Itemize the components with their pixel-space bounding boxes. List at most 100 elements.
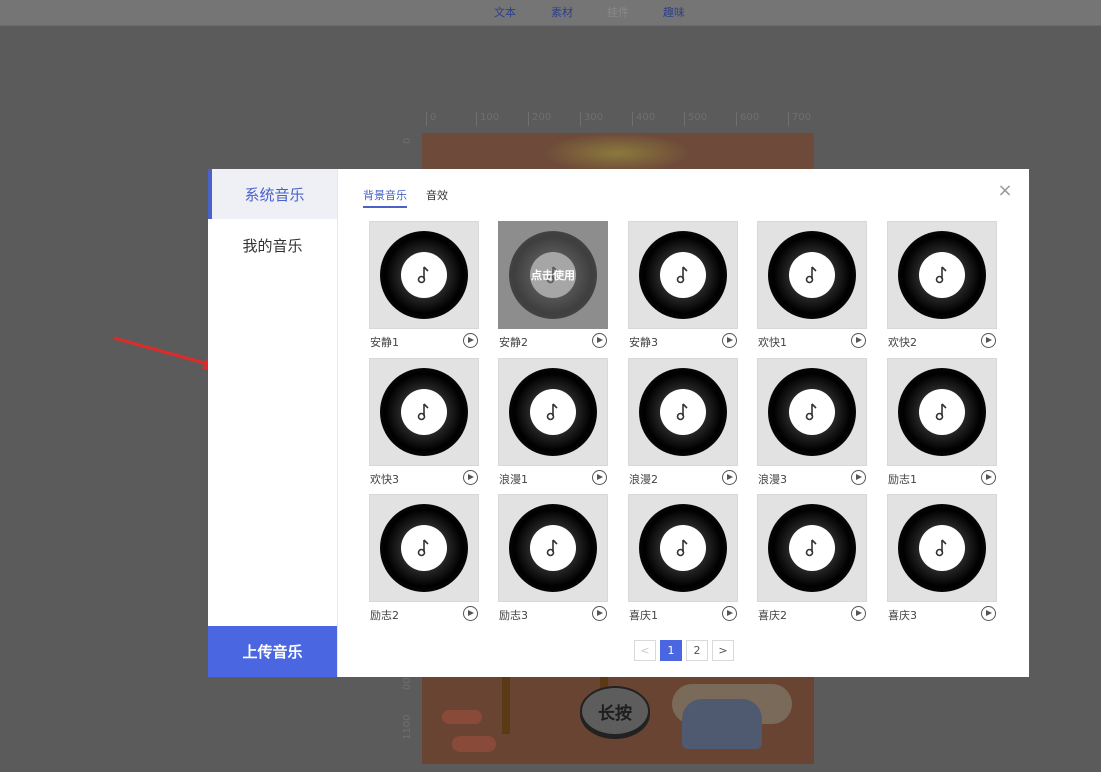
track-name: 喜庆2 xyxy=(758,609,787,622)
track-name: 浪漫3 xyxy=(758,473,787,486)
tab-sound-effects[interactable]: 音效 xyxy=(426,187,448,206)
play-icon[interactable] xyxy=(592,470,607,485)
play-icon[interactable] xyxy=(592,606,607,621)
track-card[interactable]: 喜庆3 xyxy=(887,494,997,626)
music-note-icon xyxy=(935,266,947,284)
vinyl-disc-icon xyxy=(509,368,597,456)
music-note-icon xyxy=(805,266,817,284)
track-card[interactable]: 浪漫3 xyxy=(757,358,867,490)
ruler-tick: 300 xyxy=(580,112,603,126)
track-name: 安静2 xyxy=(499,336,528,349)
track-cover[interactable] xyxy=(369,494,479,602)
play-icon[interactable] xyxy=(722,333,737,348)
play-icon[interactable] xyxy=(463,333,478,348)
play-icon[interactable] xyxy=(981,333,996,348)
play-icon[interactable] xyxy=(851,470,866,485)
music-note-icon xyxy=(417,539,429,557)
ruler-tick: 200 xyxy=(528,112,551,126)
track-card[interactable]: 喜庆1 xyxy=(628,494,738,626)
close-icon[interactable]: × xyxy=(997,182,1013,200)
play-icon[interactable] xyxy=(722,470,737,485)
ruler-tick: 700 xyxy=(788,112,811,126)
track-card[interactable]: 励志3 xyxy=(498,494,608,626)
track-name: 安静3 xyxy=(629,336,658,349)
next-page-button[interactable]: > xyxy=(712,640,734,661)
play-icon[interactable] xyxy=(463,606,478,621)
track-card[interactable]: 励志1 xyxy=(887,358,997,490)
music-note-icon xyxy=(935,403,947,421)
track-name: 喜庆3 xyxy=(888,609,917,622)
vinyl-disc-icon xyxy=(380,368,468,456)
vinyl-disc-icon xyxy=(898,504,986,592)
vinyl-disc-icon xyxy=(380,231,468,319)
track-name: 喜庆1 xyxy=(629,609,658,622)
long-press-button[interactable]: 长按 xyxy=(580,686,650,736)
toolbar-widget[interactable]: 挂件 xyxy=(607,4,629,20)
vinyl-disc-icon xyxy=(898,231,986,319)
play-icon[interactable] xyxy=(981,470,996,485)
ruler-tick: 100 xyxy=(476,112,499,126)
shoe xyxy=(452,736,496,752)
track-cover[interactable] xyxy=(369,358,479,466)
track-card[interactable]: 安静3 xyxy=(628,221,738,353)
track-cover[interactable] xyxy=(887,358,997,466)
track-cover[interactable] xyxy=(628,494,738,602)
track-cover[interactable] xyxy=(757,221,867,329)
lamp-glow xyxy=(542,133,692,173)
track-cover[interactable] xyxy=(757,358,867,466)
play-icon[interactable] xyxy=(463,470,478,485)
play-icon[interactable] xyxy=(592,333,607,348)
sidebar-item-label: 系统音乐 xyxy=(244,185,305,204)
toolbar-fun[interactable]: 趣味 xyxy=(663,4,685,20)
vinyl-disc-icon xyxy=(509,504,597,592)
track-cover[interactable] xyxy=(887,494,997,602)
track-card[interactable]: 欢快3 xyxy=(369,358,479,490)
music-note-icon xyxy=(676,403,688,421)
track-card[interactable]: 浪漫1 xyxy=(498,358,608,490)
toolbar-text[interactable]: 文本 xyxy=(494,4,516,20)
play-icon[interactable] xyxy=(851,606,866,621)
track-name: 励志2 xyxy=(370,609,399,622)
track-cover[interactable] xyxy=(628,221,738,329)
sidebar-item-system-music[interactable]: 系统音乐 xyxy=(208,169,337,219)
track-name: 欢快1 xyxy=(758,336,787,349)
person-shoe xyxy=(682,699,762,749)
play-icon[interactable] xyxy=(981,606,996,621)
track-card[interactable]: 励志2 xyxy=(369,494,479,626)
page-2-button[interactable]: 2 xyxy=(686,640,708,661)
play-icon[interactable] xyxy=(722,606,737,621)
toolbar-material[interactable]: 素材 xyxy=(551,4,573,20)
track-card[interactable]: 喜庆2 xyxy=(757,494,867,626)
ruler-tick: 500 xyxy=(684,112,707,126)
track-cover[interactable] xyxy=(369,221,479,329)
music-note-icon xyxy=(417,403,429,421)
prev-page-button[interactable]: < xyxy=(634,640,656,661)
sidebar-item-my-music[interactable]: 我的音乐 xyxy=(208,220,337,270)
upload-music-button[interactable]: 上传音乐 xyxy=(208,626,337,677)
music-note-icon xyxy=(546,539,558,557)
track-cover[interactable] xyxy=(628,358,738,466)
page-1-button[interactable]: 1 xyxy=(660,640,682,661)
track-card[interactable]: 点击使用 安静2 xyxy=(498,221,608,353)
click-to-use-label[interactable]: 点击使用 xyxy=(499,222,607,328)
track-name: 欢快2 xyxy=(888,336,917,349)
track-card[interactable]: 欢快1 xyxy=(757,221,867,353)
sidebar-item-label: 我的音乐 xyxy=(242,236,303,255)
tab-background-music[interactable]: 背景音乐 xyxy=(363,187,407,208)
vinyl-disc-icon xyxy=(639,368,727,456)
vinyl-disc-icon xyxy=(768,368,856,456)
play-icon[interactable] xyxy=(851,333,866,348)
shoe xyxy=(442,710,482,724)
ruler-tick: 0 xyxy=(402,137,413,144)
vinyl-disc-icon xyxy=(898,368,986,456)
track-cover[interactable] xyxy=(498,358,608,466)
track-cover[interactable] xyxy=(757,494,867,602)
track-card[interactable]: 浪漫2 xyxy=(628,358,738,490)
track-cover[interactable] xyxy=(498,494,608,602)
vinyl-disc-icon xyxy=(768,504,856,592)
track-cover[interactable] xyxy=(887,221,997,329)
track-card[interactable]: 欢快2 xyxy=(887,221,997,353)
track-card[interactable]: 安静1 xyxy=(369,221,479,353)
track-cover[interactable]: 点击使用 xyxy=(498,221,608,329)
music-sidebar: 系统音乐 我的音乐 上传音乐 xyxy=(208,169,338,677)
